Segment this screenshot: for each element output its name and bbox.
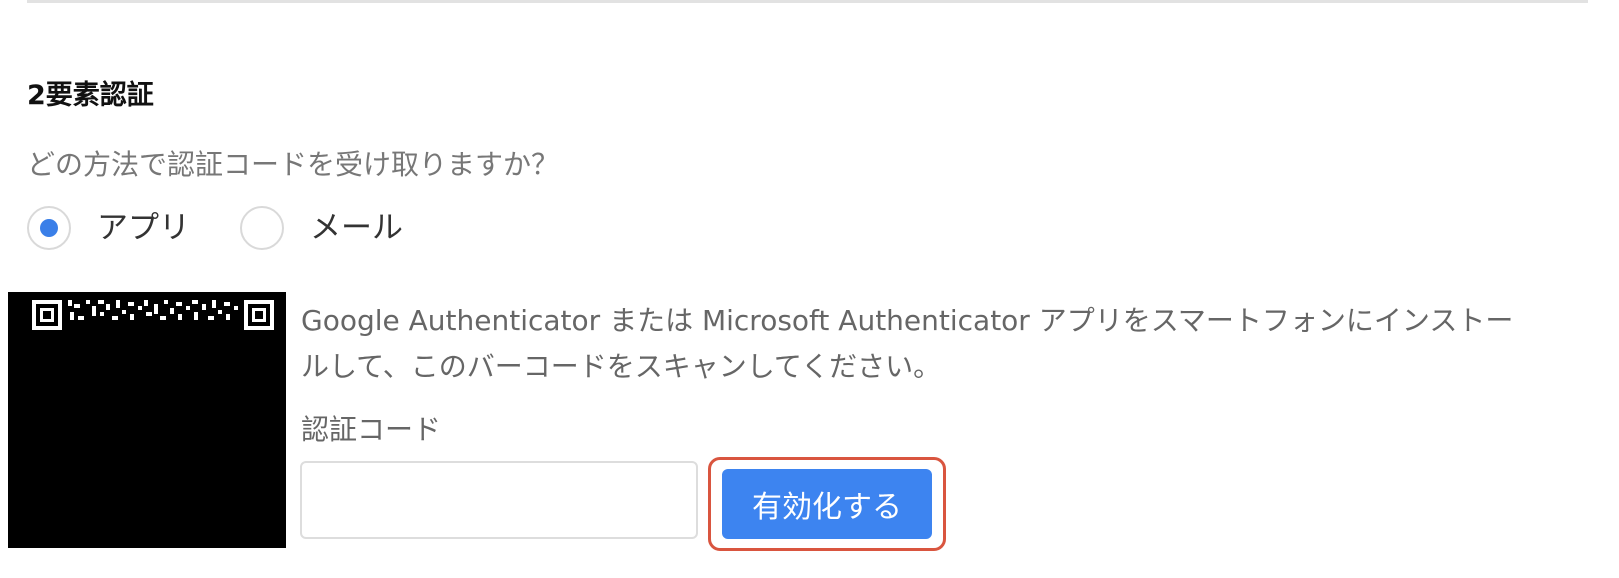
activate-button[interactable]: 有効化する bbox=[722, 469, 932, 539]
verification-code-input[interactable] bbox=[300, 461, 698, 539]
auth-method-question: どの方法で認証コードを受け取りますか？ bbox=[27, 148, 560, 181]
radio-button-app[interactable] bbox=[27, 206, 71, 250]
instruction-text: Google Authenticator または Microsoft Authe… bbox=[301, 304, 1514, 383]
radio-selected-dot bbox=[40, 219, 58, 237]
verification-code-label: 認証コード bbox=[301, 413, 442, 446]
radio-button-email[interactable] bbox=[240, 206, 284, 250]
auth-method-radio-group: アプリ メール bbox=[27, 204, 403, 252]
radio-option-email[interactable]: メール bbox=[240, 206, 403, 250]
qr-code-icon bbox=[8, 292, 286, 548]
radio-label-app[interactable]: アプリ bbox=[97, 206, 190, 250]
radio-label-email[interactable]: メール bbox=[310, 206, 403, 250]
radio-option-app[interactable]: アプリ bbox=[27, 206, 190, 250]
section-title: 2要素認証 bbox=[27, 80, 154, 111]
top-divider bbox=[27, 0, 1588, 3]
